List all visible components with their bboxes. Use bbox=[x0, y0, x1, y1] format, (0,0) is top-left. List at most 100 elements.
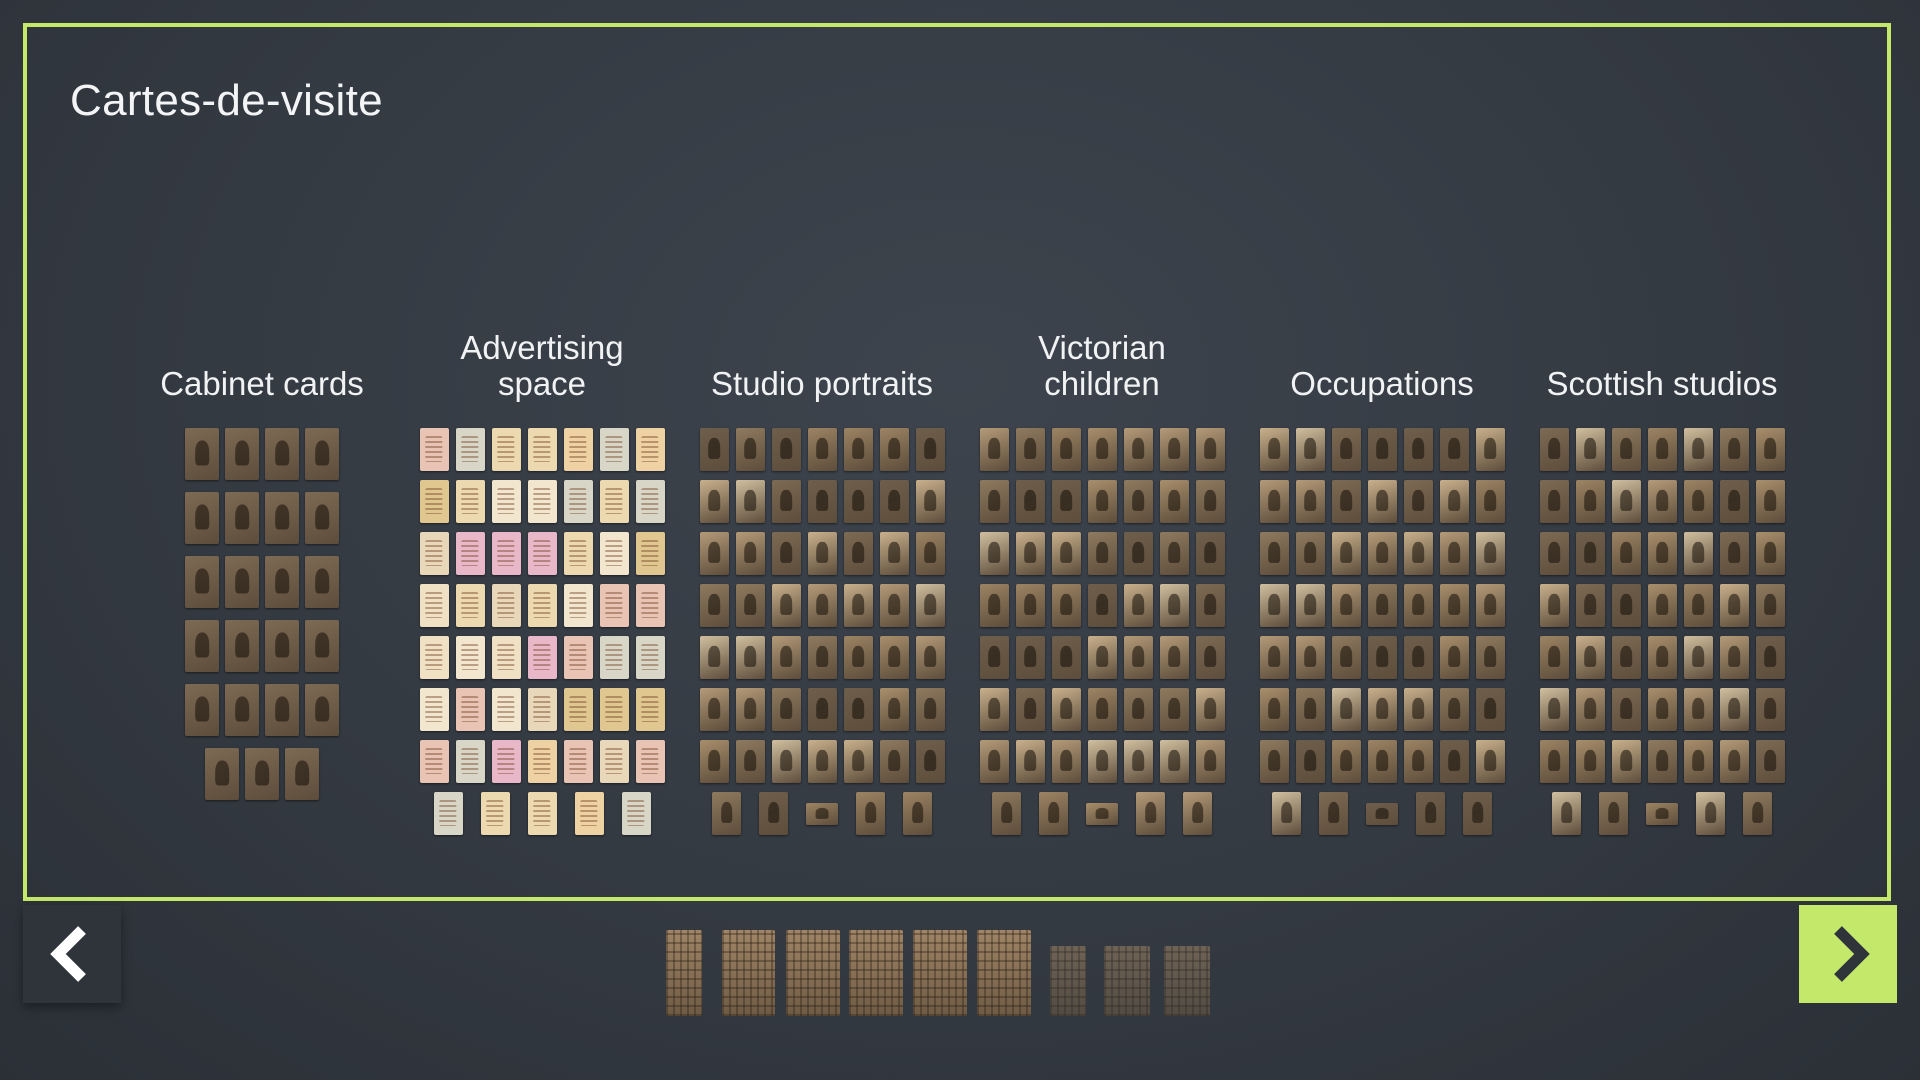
photo-thumbnail[interactable] bbox=[1539, 480, 1569, 523]
photo-thumbnail[interactable] bbox=[433, 792, 463, 835]
photo-thumbnail[interactable] bbox=[843, 428, 873, 471]
photo-thumbnail[interactable] bbox=[1755, 688, 1785, 731]
photo-thumbnail[interactable] bbox=[1647, 688, 1677, 731]
photo-thumbnail[interactable] bbox=[225, 492, 259, 544]
photo-thumbnail[interactable] bbox=[1366, 803, 1398, 825]
photo-thumbnail[interactable] bbox=[1259, 532, 1289, 575]
photo-thumbnail[interactable] bbox=[1575, 740, 1605, 783]
photo-thumbnail[interactable] bbox=[1575, 584, 1605, 627]
photo-thumbnail[interactable] bbox=[1755, 532, 1785, 575]
photo-thumbnail[interactable] bbox=[735, 532, 765, 575]
photo-thumbnail[interactable] bbox=[903, 792, 932, 835]
photo-thumbnail[interactable] bbox=[185, 620, 219, 672]
photo-thumbnail[interactable] bbox=[1755, 480, 1785, 523]
photo-thumbnail[interactable] bbox=[1039, 792, 1068, 835]
photo-thumbnail[interactable] bbox=[419, 480, 449, 523]
photo-thumbnail[interactable] bbox=[915, 480, 945, 523]
photo-thumbnail[interactable] bbox=[1403, 532, 1433, 575]
photo-thumbnail[interactable] bbox=[1259, 480, 1289, 523]
photo-thumbnail[interactable] bbox=[1123, 688, 1153, 731]
photo-thumbnail[interactable] bbox=[1647, 428, 1677, 471]
group-studio-portraits[interactable]: Studio portraits bbox=[682, 300, 962, 835]
photo-thumbnail[interactable] bbox=[1319, 792, 1348, 835]
photo-thumbnail[interactable] bbox=[491, 480, 521, 523]
photo-thumbnail[interactable] bbox=[563, 740, 593, 783]
photo-thumbnail[interactable] bbox=[807, 636, 837, 679]
photo-thumbnail[interactable] bbox=[979, 480, 1009, 523]
photo-thumbnail[interactable] bbox=[1539, 428, 1569, 471]
photo-thumbnail[interactable] bbox=[979, 688, 1009, 731]
photo-thumbnail[interactable] bbox=[599, 636, 629, 679]
photo-thumbnail[interactable] bbox=[771, 740, 801, 783]
photo-thumbnail[interactable] bbox=[699, 740, 729, 783]
photo-thumbnail[interactable] bbox=[1611, 636, 1641, 679]
slide-thumbnail-2[interactable] bbox=[722, 930, 775, 1016]
photo-thumbnail[interactable] bbox=[1086, 803, 1118, 825]
photo-thumbnail[interactable] bbox=[1195, 688, 1225, 731]
photo-thumbnail[interactable] bbox=[1136, 792, 1165, 835]
photo-thumbnail[interactable] bbox=[455, 636, 485, 679]
photo-thumbnail[interactable] bbox=[1331, 428, 1361, 471]
photo-thumbnail[interactable] bbox=[843, 584, 873, 627]
photo-thumbnail[interactable] bbox=[1439, 480, 1469, 523]
photo-thumbnail[interactable] bbox=[1611, 740, 1641, 783]
photo-thumbnail[interactable] bbox=[491, 584, 521, 627]
photo-thumbnail[interactable] bbox=[1015, 532, 1045, 575]
photo-thumbnail[interactable] bbox=[1475, 740, 1505, 783]
group-occupations[interactable]: Occupations bbox=[1242, 300, 1522, 835]
photo-thumbnail[interactable] bbox=[305, 684, 339, 736]
photo-thumbnail[interactable] bbox=[563, 584, 593, 627]
photo-thumbnail[interactable] bbox=[1719, 584, 1749, 627]
photo-thumbnail[interactable] bbox=[1295, 636, 1325, 679]
photo-thumbnail[interactable] bbox=[1755, 740, 1785, 783]
photo-thumbnail[interactable] bbox=[699, 532, 729, 575]
photo-thumbnail[interactable] bbox=[1683, 480, 1713, 523]
photo-thumbnail[interactable] bbox=[1475, 584, 1505, 627]
slide-thumbnail-9[interactable] bbox=[1164, 946, 1210, 1016]
photo-thumbnail[interactable] bbox=[1295, 584, 1325, 627]
photo-thumbnail[interactable] bbox=[1367, 532, 1397, 575]
photo-thumbnail[interactable] bbox=[1719, 428, 1749, 471]
photo-thumbnail[interactable] bbox=[527, 740, 557, 783]
photo-thumbnail[interactable] bbox=[455, 740, 485, 783]
photo-thumbnail[interactable] bbox=[1123, 584, 1153, 627]
photo-thumbnail[interactable] bbox=[265, 556, 299, 608]
photo-thumbnail[interactable] bbox=[1123, 480, 1153, 523]
photo-thumbnail[interactable] bbox=[1683, 428, 1713, 471]
photo-thumbnail[interactable] bbox=[699, 584, 729, 627]
photo-thumbnail[interactable] bbox=[1475, 428, 1505, 471]
photo-thumbnail[interactable] bbox=[915, 428, 945, 471]
photo-thumbnail[interactable] bbox=[527, 584, 557, 627]
slide-thumbnail-1[interactable] bbox=[666, 930, 702, 1016]
photo-thumbnail[interactable] bbox=[455, 584, 485, 627]
photo-thumbnail[interactable] bbox=[1159, 480, 1189, 523]
photo-thumbnail[interactable] bbox=[635, 480, 665, 523]
photo-thumbnail[interactable] bbox=[1087, 688, 1117, 731]
photo-thumbnail[interactable] bbox=[1051, 584, 1081, 627]
photo-thumbnail[interactable] bbox=[1439, 688, 1469, 731]
photo-thumbnail[interactable] bbox=[807, 428, 837, 471]
photo-thumbnail[interactable] bbox=[1403, 688, 1433, 731]
photo-thumbnail[interactable] bbox=[635, 688, 665, 731]
photo-thumbnail[interactable] bbox=[843, 480, 873, 523]
photo-thumbnail[interactable] bbox=[979, 636, 1009, 679]
photo-thumbnail[interactable] bbox=[992, 792, 1021, 835]
photo-thumbnail[interactable] bbox=[1295, 688, 1325, 731]
photo-thumbnail[interactable] bbox=[1475, 688, 1505, 731]
photo-thumbnail[interactable] bbox=[915, 636, 945, 679]
photo-thumbnail[interactable] bbox=[491, 688, 521, 731]
photo-thumbnail[interactable] bbox=[807, 480, 837, 523]
photo-thumbnail[interactable] bbox=[225, 556, 259, 608]
photo-thumbnail[interactable] bbox=[563, 428, 593, 471]
photo-thumbnail[interactable] bbox=[1367, 584, 1397, 627]
photo-thumbnail[interactable] bbox=[1331, 584, 1361, 627]
photo-thumbnail[interactable] bbox=[599, 688, 629, 731]
photo-thumbnail[interactable] bbox=[1123, 636, 1153, 679]
photo-thumbnail[interactable] bbox=[771, 636, 801, 679]
photo-thumbnail[interactable] bbox=[1259, 636, 1289, 679]
photo-thumbnail[interactable] bbox=[1367, 740, 1397, 783]
photo-thumbnail[interactable] bbox=[1439, 428, 1469, 471]
photo-thumbnail[interactable] bbox=[1259, 584, 1289, 627]
photo-thumbnail[interactable] bbox=[1646, 803, 1678, 825]
photo-thumbnail[interactable] bbox=[1015, 584, 1045, 627]
